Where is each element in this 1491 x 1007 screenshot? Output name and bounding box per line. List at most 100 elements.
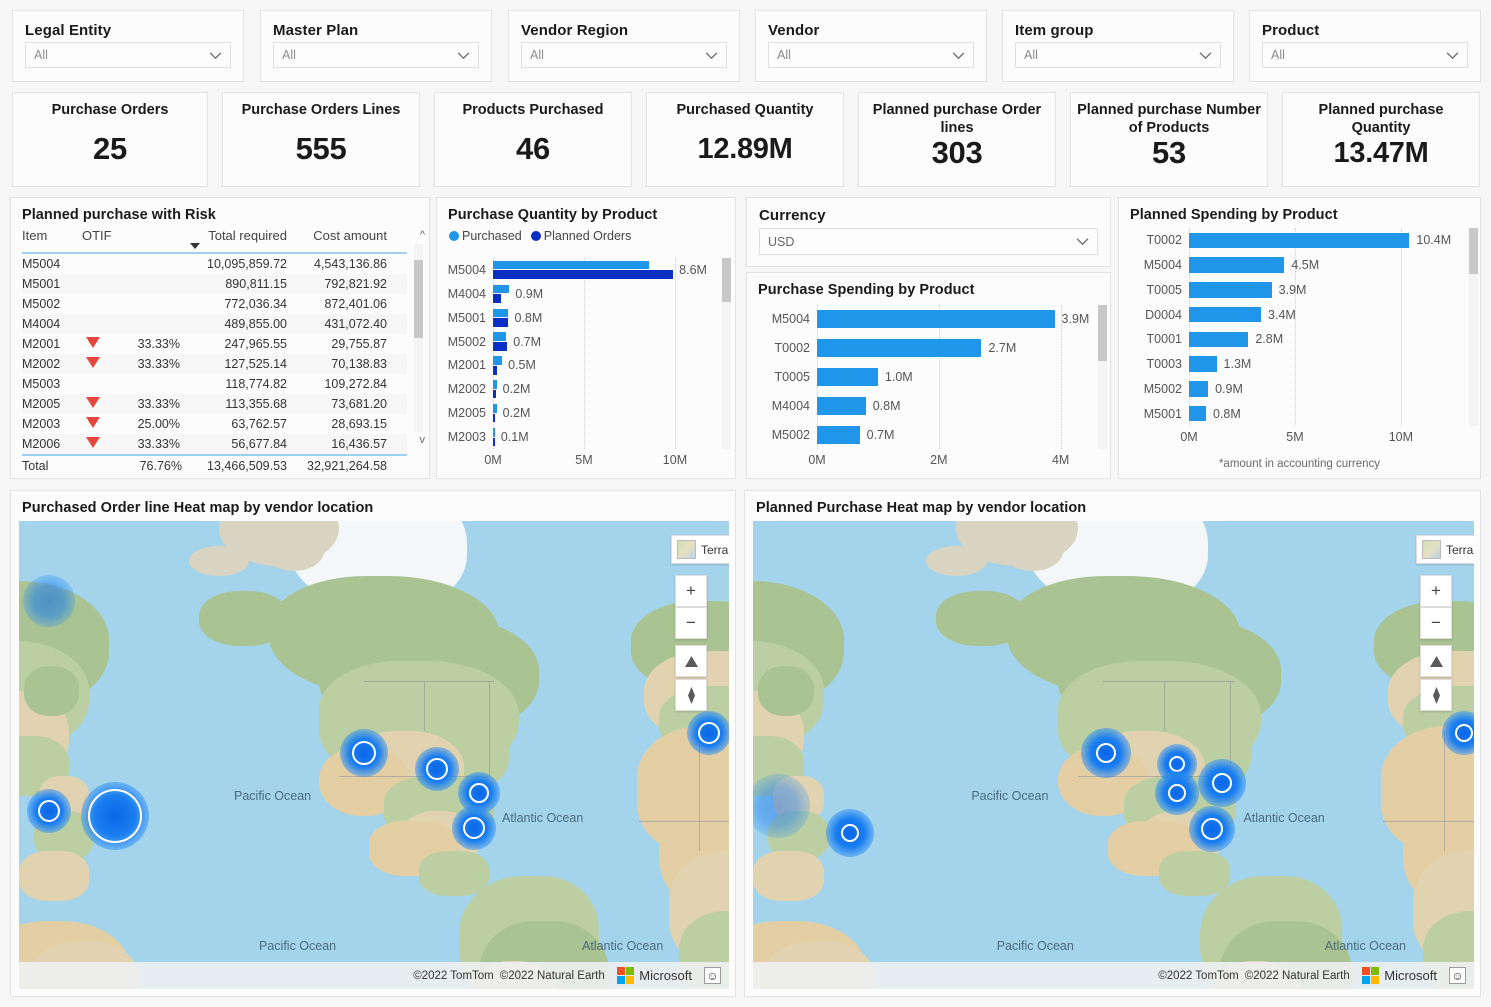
bar-segment[interactable]	[493, 404, 497, 413]
feedback-smiley-icon[interactable]: ☺	[1449, 967, 1466, 984]
table-row[interactable]: M2006 33.33% 56,677.84 16,436.57	[22, 434, 407, 454]
bar-row[interactable]: M2005 0.2M	[445, 401, 727, 425]
bar-segment[interactable]	[493, 284, 510, 294]
table-row[interactable]: M2001 33.33% 247,965.55 29,755.87	[22, 334, 407, 354]
bar-row[interactable]: M5002 0.7M	[755, 420, 1103, 449]
microsoft-branding[interactable]: Microsoft	[1361, 966, 1437, 985]
chart-scrollbar[interactable]	[722, 258, 731, 449]
bar-row[interactable]: T0003 1.3M	[1127, 352, 1474, 377]
legend-item-purchased[interactable]: Purchased	[449, 229, 522, 243]
table-scrollbar[interactable]	[414, 244, 423, 432]
map-pitch-button[interactable]	[675, 645, 707, 677]
bar-segment[interactable]	[493, 413, 496, 423]
map-zoom-out-button[interactable]: −	[1420, 607, 1452, 639]
bar-segment[interactable]	[493, 308, 508, 318]
map-canvas[interactable]: Pacific Ocean Atlantic Ocean Pacific Ocean…	[19, 521, 729, 989]
bar-chart-purchase-quantity[interactable]: M5004 8.6M M4004 0.9M M5001 0.8M M5002 0.7M M200…	[445, 258, 731, 473]
bar-segment[interactable]	[817, 339, 982, 358]
kpi-purchased-quantity[interactable]: Purchased Quantity 12.89M	[646, 92, 844, 187]
currency-dropdown[interactable]: USD	[759, 228, 1098, 255]
map-zoom-in-button[interactable]: +	[1420, 575, 1452, 607]
bar-row[interactable]: M2002 0.2M	[445, 377, 727, 401]
bar-segment[interactable]	[493, 437, 495, 447]
chart-scrollbar[interactable]	[1469, 228, 1478, 426]
map-zoom-in-button[interactable]: +	[675, 575, 707, 607]
map-terrain-toggle[interactable]: Terra	[1416, 535, 1474, 564]
bar-row[interactable]: M2001 0.5M	[445, 354, 727, 378]
scroll-up-icon[interactable]: ^	[420, 229, 425, 241]
map-zoom-out-button[interactable]: −	[675, 607, 707, 639]
table-row[interactable]: M5004 10,095,859.72 4,543,136.86	[22, 254, 407, 274]
bar-segment[interactable]	[493, 365, 497, 375]
bar-segment[interactable]	[493, 294, 502, 303]
bar-segment[interactable]	[493, 318, 509, 327]
scroll-down-icon[interactable]: v	[420, 434, 426, 446]
bar-segment[interactable]	[493, 380, 497, 389]
bar-row[interactable]: M4004 0.8M	[755, 391, 1103, 420]
bar-chart-purchase-spending[interactable]: M5004 3.9M T0002 2.7M T0005 1.0M M4004 0.8M M500…	[755, 305, 1107, 473]
bar-row[interactable]: T0002 2.7M	[755, 334, 1103, 363]
map-canvas[interactable]: Pacific Ocean Atlantic Ocean Pacific Ocean…	[753, 521, 1474, 989]
scrollbar-thumb[interactable]	[1469, 228, 1478, 274]
bar-row[interactable]: T0005 1.0M	[755, 363, 1103, 392]
bar-row[interactable]: M5004 8.6M	[445, 258, 727, 282]
bar-segment[interactable]	[1189, 356, 1217, 372]
bar-row[interactable]: M2003 0.1M	[445, 425, 727, 449]
bar-segment[interactable]	[1189, 405, 1206, 422]
column-header-item[interactable]: Item	[22, 228, 82, 243]
bar-row[interactable]: M5004 3.9M	[755, 305, 1103, 334]
kpi-purchase-order-lines[interactable]: Purchase Orders Lines 555	[222, 92, 420, 187]
slicer-vendor[interactable]: Vendor All	[755, 10, 987, 82]
bar-segment[interactable]	[817, 368, 878, 386]
currency-slicer-panel[interactable]: Currency USD	[746, 197, 1111, 267]
column-header-otif[interactable]: OTIF	[82, 228, 182, 243]
table-row[interactable]: M5001 890,811.15 792,821.92	[22, 274, 407, 294]
slicer-dropdown[interactable]: All	[521, 42, 727, 68]
slicer-product[interactable]: Product All	[1249, 10, 1481, 82]
slicer-dropdown[interactable]: All	[1015, 42, 1221, 68]
feedback-smiley-icon[interactable]: ☺	[704, 967, 721, 984]
column-header-total-required[interactable]: Total required	[182, 228, 287, 243]
bar-segment[interactable]	[1189, 331, 1249, 348]
map-pitch-button[interactable]	[1420, 645, 1452, 677]
kpi-planned-purchase-number-of-products[interactable]: Planned purchase Number of Products 53	[1070, 92, 1268, 187]
bar-row[interactable]: T0005 3.9M	[1127, 278, 1474, 303]
bar-segment[interactable]	[493, 389, 496, 399]
kpi-purchase-orders[interactable]: Purchase Orders 25	[12, 92, 208, 187]
table-row[interactable]: M2005 33.33% 113,355.68 73,681.20	[22, 394, 407, 414]
table-row[interactable]: M5003 118,774.82 109,272.84	[22, 374, 407, 394]
bar-row[interactable]: D0004 3.4M	[1127, 302, 1474, 327]
slicer-dropdown[interactable]: All	[273, 42, 479, 68]
table-row[interactable]: M4004 489,855.00 431,072.40	[22, 314, 407, 334]
chart-scrollbar[interactable]	[1098, 305, 1107, 449]
bar-segment[interactable]	[1189, 381, 1209, 397]
slicer-item-group[interactable]: Item group All	[1002, 10, 1234, 82]
map-terrain-toggle[interactable]: Terra	[671, 535, 729, 564]
kpi-planned-purchase-quantity[interactable]: Planned purchase Quantity 13.47M	[1282, 92, 1480, 187]
kpi-products-purchased[interactable]: Products Purchased 46	[434, 92, 632, 187]
bar-segment[interactable]	[493, 260, 650, 270]
table-row[interactable]: M2002 33.33% 127,525.14 70,138.83	[22, 354, 407, 374]
scrollbar-thumb[interactable]	[414, 260, 423, 338]
table-row[interactable]: M2003 25.00% 63,762.57 28,693.15	[22, 414, 407, 434]
scrollbar-thumb[interactable]	[722, 258, 731, 302]
slicer-dropdown[interactable]: All	[25, 42, 231, 68]
bar-segment[interactable]	[1189, 257, 1285, 273]
bar-segment[interactable]	[1189, 282, 1272, 298]
bar-chart-planned-spending[interactable]: T0002 10.4M M5004 4.5M T0005 3.9M D0004 3.4M T00…	[1127, 228, 1478, 450]
slicer-master-plan[interactable]: Master Plan All	[260, 10, 492, 82]
bar-row[interactable]: M5002 0.7M	[445, 330, 727, 354]
map-compass-button[interactable]	[675, 679, 707, 711]
slicer-dropdown[interactable]: All	[1262, 42, 1468, 68]
bar-segment[interactable]	[493, 356, 503, 365]
bar-row[interactable]: M5001 0.8M	[1127, 401, 1474, 426]
map-compass-button[interactable]	[1420, 679, 1452, 711]
bar-segment[interactable]	[493, 427, 495, 437]
bar-row[interactable]: M5004 4.5M	[1127, 253, 1474, 278]
bar-row[interactable]: M5001 0.8M	[445, 306, 727, 330]
bar-segment[interactable]	[493, 332, 506, 342]
kpi-planned-purchase-order-lines[interactable]: Planned purchase Order lines 303	[858, 92, 1056, 187]
microsoft-branding[interactable]: Microsoft	[616, 966, 692, 985]
legend-item-planned-orders[interactable]: Planned Orders	[530, 229, 631, 243]
bar-row[interactable]: T0002 10.4M	[1127, 228, 1474, 253]
